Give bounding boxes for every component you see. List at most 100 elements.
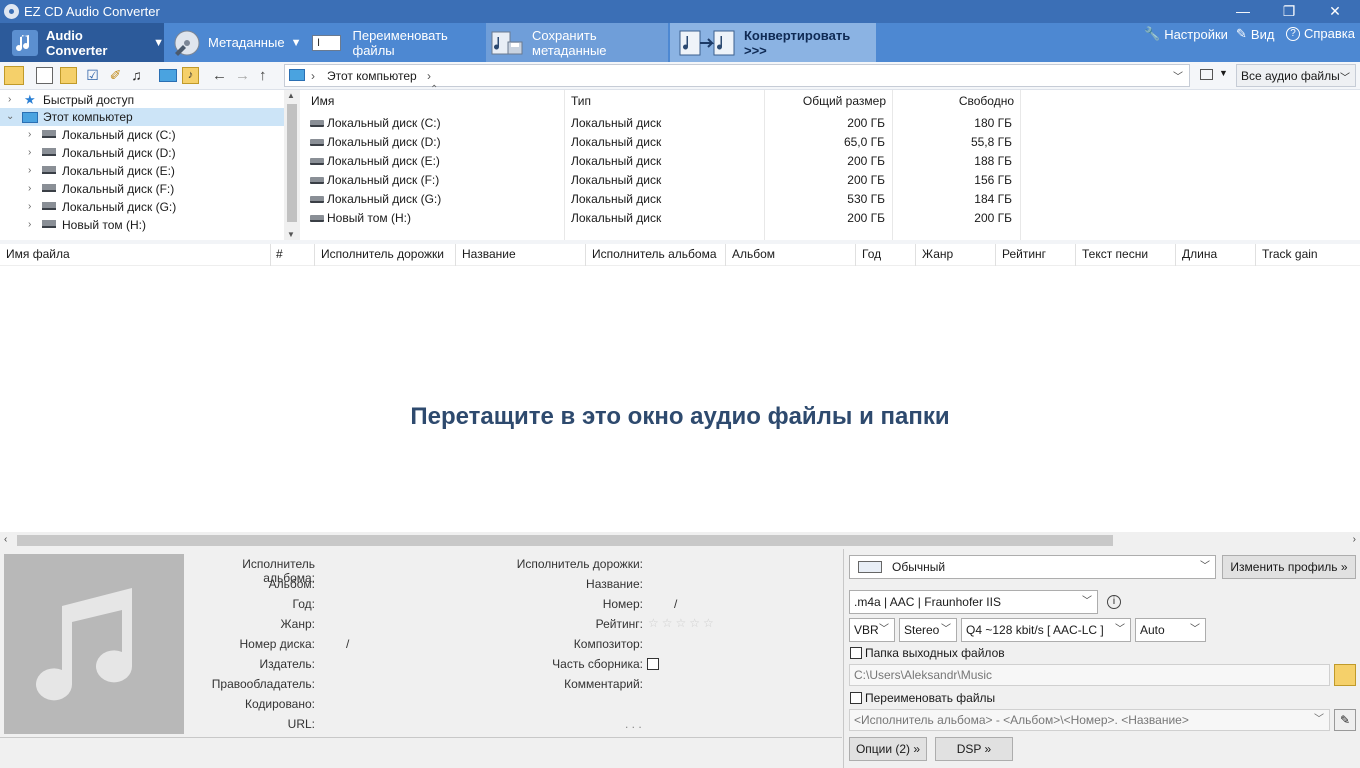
scroll-down-icon[interactable]: ▼ xyxy=(287,230,295,239)
computer-icon xyxy=(22,112,38,123)
column-header-filename[interactable]: Имя файла xyxy=(6,247,70,261)
rename-files-button[interactable]: I Переименовать файлы xyxy=(306,23,486,62)
change-profile-button[interactable]: Изменить профиль » xyxy=(1222,555,1356,579)
table-row[interactable]: Локальный диск (E:) Локальный диск 200 Г… xyxy=(302,152,1022,171)
chevron-right-icon[interactable]: › xyxy=(28,162,31,180)
help-button[interactable]: ? Справка xyxy=(1286,26,1355,41)
tree-item-label: Новый том (H:) xyxy=(62,218,146,232)
tree-item-drive-h[interactable]: › Новый том (H:) xyxy=(0,216,284,234)
options-button[interactable]: Опции (2) » xyxy=(849,737,927,761)
tree-item-drive-f[interactable]: › Локальный диск (F:) xyxy=(0,180,284,198)
table-row[interactable]: Локальный диск (C:) Локальный диск 200 Г… xyxy=(302,114,1022,133)
chevron-right-icon[interactable]: › xyxy=(8,91,11,109)
playlist-icon[interactable]: ♫ xyxy=(128,67,145,84)
tree-item-this-pc[interactable]: ⌄ Этот компьютер xyxy=(0,108,284,126)
bitrate-mode-select[interactable]: VBR ﹀ xyxy=(849,618,895,642)
column-header-type[interactable]: Тип xyxy=(571,90,591,112)
scroll-left-icon[interactable]: ‹ xyxy=(4,534,7,545)
maximize-button[interactable]: ❐ xyxy=(1266,0,1312,23)
chevron-right-icon[interactable]: › xyxy=(28,126,31,144)
chevron-right-icon[interactable]: › xyxy=(28,216,31,234)
album-art[interactable] xyxy=(4,554,184,734)
rename-files-checkbox[interactable] xyxy=(850,692,862,704)
table-row[interactable]: Локальный диск (G:) Локальный диск 530 Г… xyxy=(302,190,1022,209)
compilation-checkbox[interactable] xyxy=(647,658,659,670)
close-button[interactable]: ✕ xyxy=(1312,0,1358,23)
app-icon xyxy=(4,4,19,19)
samplerate-select[interactable]: Auto ﹀ xyxy=(1135,618,1206,642)
music-folder-icon[interactable]: ♪ xyxy=(182,67,199,84)
comment-more-button[interactable]: . . . xyxy=(625,717,642,731)
edit-pattern-icon[interactable]: ✎ xyxy=(1334,709,1356,731)
settings-button[interactable]: 🔧 Настройки xyxy=(1144,26,1228,42)
output-folder-checkbox[interactable] xyxy=(850,647,862,659)
minimize-button[interactable]: — xyxy=(1220,0,1266,23)
channels-select[interactable]: Stereo ﹀ xyxy=(899,618,957,642)
output-folder-field[interactable]: C:\Users\Aleksandr\Music xyxy=(849,664,1330,686)
table-row[interactable]: Локальный диск (D:) Локальный диск 65,0 … xyxy=(302,133,1022,152)
chevron-right-icon[interactable]: › xyxy=(28,198,31,216)
metadata-menu[interactable]: Метаданные ▼ xyxy=(166,23,302,62)
chevron-right-icon[interactable]: › xyxy=(28,180,31,198)
scroll-up-icon[interactable]: ▲ xyxy=(287,91,295,100)
add-folder-icon[interactable] xyxy=(60,67,77,84)
column-header-total[interactable]: Общий размер xyxy=(772,90,886,112)
forward-arrow-icon[interactable]: → xyxy=(235,67,252,84)
column-header-title[interactable]: Название xyxy=(462,247,516,261)
scroll-right-icon[interactable]: › xyxy=(1353,534,1356,545)
up-arrow-icon[interactable]: ↑ xyxy=(259,67,276,84)
music-note-icon xyxy=(36,588,133,701)
view-menu-button[interactable]: ✎ Вид xyxy=(1236,26,1274,42)
scrollbar-thumb[interactable] xyxy=(17,535,1113,546)
address-bar[interactable]: › Этот компьютер › ﹀ xyxy=(284,64,1190,87)
chevron-down-icon[interactable]: ⌄ xyxy=(6,108,14,126)
tree-item-drive-d[interactable]: › Локальный диск (D:) xyxy=(0,144,284,162)
select-all-icon[interactable]: ☑ xyxy=(84,67,101,84)
column-header-name[interactable]: Имя xyxy=(311,90,334,112)
column-header-year[interactable]: Год xyxy=(862,247,881,261)
number-label: Номер: xyxy=(602,597,643,611)
column-header-track-gain[interactable]: Track gain xyxy=(1262,247,1318,261)
column-header-genre[interactable]: Жанр xyxy=(922,247,953,261)
column-header-album[interactable]: Альбом xyxy=(732,247,775,261)
convert-button[interactable]: Конвертировать >>> xyxy=(670,23,876,62)
file-type-filter[interactable]: Все аудио файлы ﹀ xyxy=(1236,64,1356,87)
clear-icon[interactable]: ✐ xyxy=(107,67,124,84)
column-header-number[interactable]: # xyxy=(276,247,283,261)
folder-tree-icon[interactable] xyxy=(4,66,24,85)
tree-item-drive-c[interactable]: › Локальный диск (C:) xyxy=(0,126,284,144)
view-mode-button[interactable]: ▼ xyxy=(1196,65,1230,86)
back-arrow-icon[interactable]: ← xyxy=(212,67,229,84)
tree-item-drive-e[interactable]: › Локальный диск (E:) xyxy=(0,162,284,180)
browse-folder-icon[interactable] xyxy=(1334,664,1356,686)
info-icon[interactable]: i xyxy=(1107,595,1121,609)
quality-select[interactable]: Q4 ~128 kbit/s [ AAC-LC ] ﹀ xyxy=(961,618,1131,642)
column-header-track-artist[interactable]: Исполнитель дорожки xyxy=(321,247,444,261)
chevron-down-icon[interactable]: ﹀ xyxy=(1173,68,1183,83)
column-header-free[interactable]: Свободно xyxy=(902,90,1014,112)
metadata-panel: Исполнитель альбома: Альбом: Год: Жанр: … xyxy=(0,549,842,768)
format-select[interactable]: .m4a | AAC | Fraunhofer IIS ﹀ xyxy=(849,590,1098,614)
save-metadata-button[interactable]: Сохранить метаданные xyxy=(486,23,668,62)
table-row[interactable]: Локальный диск (F:) Локальный диск 200 Г… xyxy=(302,171,1022,190)
column-header-album-artist[interactable]: Исполнитель альбома xyxy=(592,247,717,261)
tree-item-quick-access[interactable]: › ★ Быстрый доступ xyxy=(0,91,284,109)
rating-stars[interactable]: ☆☆☆☆☆ xyxy=(648,616,717,630)
scrollbar-thumb[interactable] xyxy=(287,104,297,222)
chevron-right-icon[interactable]: › xyxy=(28,144,31,162)
tree-item-drive-g[interactable]: › Локальный диск (G:) xyxy=(0,198,284,216)
dsp-button[interactable]: DSP » xyxy=(935,737,1013,761)
add-files-icon[interactable] xyxy=(36,67,53,84)
rename-pattern-field[interactable]: <Исполнитель альбома> - <Альбом>\<Номер>… xyxy=(849,709,1330,731)
column-header-rating[interactable]: Рейтинг xyxy=(1002,247,1046,261)
track-list-hscrollbar[interactable]: ‹ › xyxy=(0,532,1360,549)
computer-icon[interactable] xyxy=(159,69,177,82)
profile-select[interactable]: Обычный ﹀ xyxy=(849,555,1216,579)
table-row[interactable]: Новый том (H:) Локальный диск 200 ГБ 200… xyxy=(302,209,1022,228)
channels-value: Stereo xyxy=(904,623,940,637)
tree-scrollbar[interactable]: ▲ ▼ xyxy=(284,90,300,240)
tree-item-label: Локальный диск (C:) xyxy=(62,128,176,142)
audio-converter-menu[interactable]: Audio Converter ▼ xyxy=(0,23,164,62)
column-header-length[interactable]: Длина xyxy=(1182,247,1217,261)
column-header-lyrics[interactable]: Текст песни xyxy=(1082,247,1148,261)
